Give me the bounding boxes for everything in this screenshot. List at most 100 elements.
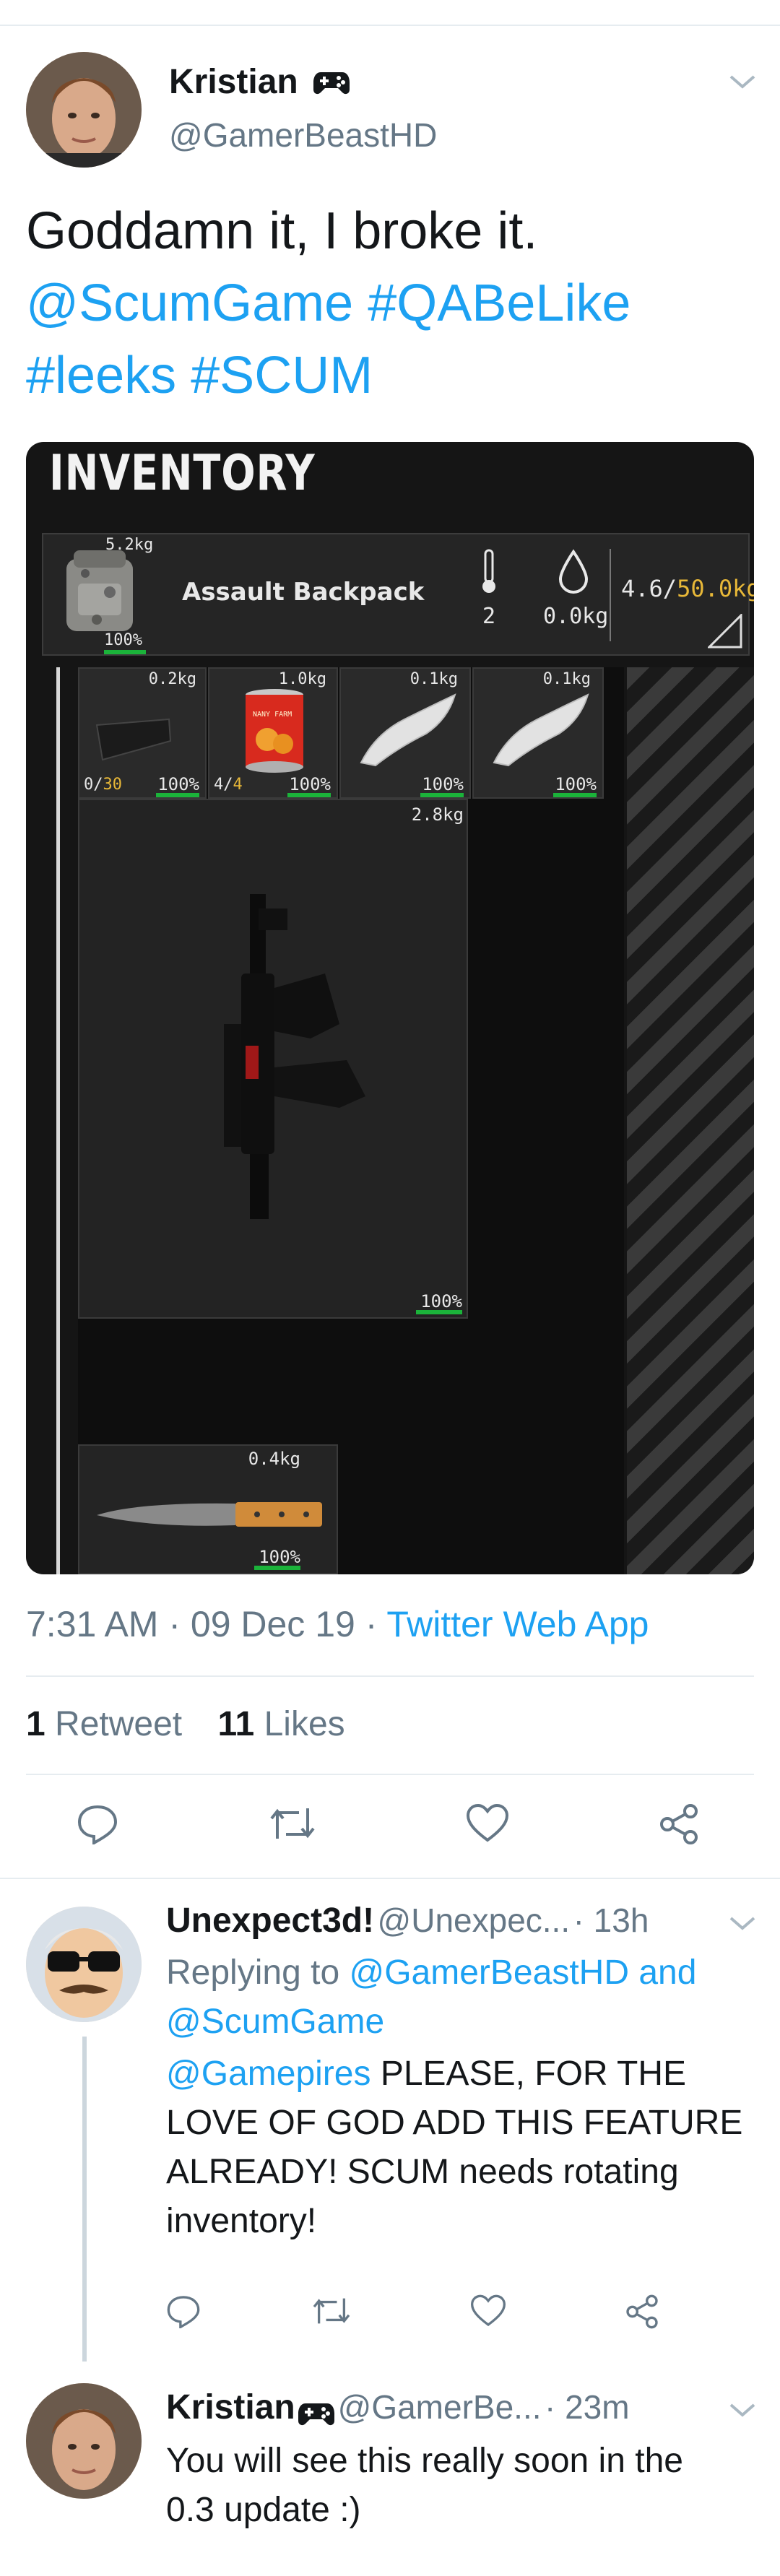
inventory-slot-smg[interactable]: 2.8kg 100% <box>78 799 468 1319</box>
replying-to: Replying to @GamerBeastHD and @ScumGame <box>166 1948 766 2047</box>
heart-icon[interactable] <box>469 2294 507 2332</box>
inventory-slot-can[interactable]: 1.0kg NANY FARM 4/4 100% <box>208 667 338 799</box>
retweets-stat[interactable]: 1 Retweet <box>26 1705 182 1743</box>
author-handle[interactable]: @GamerBeastHD <box>169 116 437 155</box>
reply-author-handle[interactable]: @GamerBe... <box>338 2388 542 2426</box>
share-icon[interactable] <box>657 1803 701 1849</box>
slot-condition: 100% <box>259 1547 300 1567</box>
backpack-condition-bar <box>104 650 146 654</box>
heart-icon[interactable] <box>465 1803 510 1848</box>
slot-weight: 0.4kg <box>248 1449 300 1469</box>
uses-current: 4 <box>214 776 224 794</box>
reply-text-line: LOVE OF GOD ADD THIS FEATURE <box>166 2104 743 2142</box>
hashtag-link[interactable]: #SCUM <box>191 347 373 404</box>
reply-author-handle[interactable]: @Unexpec... <box>378 1901 571 1939</box>
reply-icon[interactable] <box>166 2294 201 2332</box>
reply-header: Kristian @GamerBe... · 23m <box>166 2388 630 2430</box>
can-label: NANY FARM <box>253 711 292 719</box>
magazine-icon <box>94 712 173 768</box>
rag-icon <box>354 690 462 773</box>
retweet-icon[interactable] <box>311 2294 352 2332</box>
slot-condition-bar <box>420 793 464 797</box>
slot-ammo: 0/30 <box>84 776 122 794</box>
thermometer-icon <box>480 549 498 599</box>
reply-time: · 23m <box>544 2388 630 2426</box>
capacity-text: 4.6/50.0kg <box>621 575 754 602</box>
reply-time: · 13h <box>573 1901 649 1939</box>
divider <box>0 1878 780 1879</box>
slot-weight: 0.1kg <box>542 670 591 688</box>
reply-text-line: 0.3 update :) <box>166 2491 361 2529</box>
gamepad-icon <box>313 64 350 104</box>
inventory-slot-rag[interactable]: 0.1kg 100% <box>339 667 471 799</box>
reply-text: You will see this really soon in the 0.3… <box>166 2437 766 2535</box>
smg-weapon-icon <box>202 880 376 1230</box>
hashtag-link[interactable]: #leeks <box>26 347 176 404</box>
slot-weight: 0.1kg <box>410 670 458 688</box>
slot-condition-bar <box>156 793 199 797</box>
share-icon[interactable] <box>624 2294 660 2333</box>
slot-uses: 4/4 <box>214 776 243 794</box>
divider <box>26 1675 754 1677</box>
chevron-down-icon[interactable] <box>728 2402 757 2423</box>
slot-condition-bar <box>254 1566 300 1570</box>
reply-text-line: inventory! <box>166 2202 317 2240</box>
reply-text: @Gamepires PLEASE, FOR THE LOVE OF GOD A… <box>166 2050 766 2246</box>
author-avatar[interactable] <box>26 52 142 168</box>
retweets-label: Retweet <box>55 1705 183 1743</box>
tweet-line-1: Goddamn it, I broke it. <box>26 202 538 260</box>
capacity-used: 4.6 <box>621 575 663 602</box>
inventory-title: INVENTORY <box>49 445 316 502</box>
slot-weight: 1.0kg <box>278 670 326 688</box>
container-border <box>56 667 60 1574</box>
tweet-media-image[interactable]: INVENTORY 5.2kg 100% Assault Backpack 2 … <box>26 442 754 1574</box>
replying-target-link[interactable]: @GamerBeastHD and <box>349 1953 696 1992</box>
inventory-slot-rag[interactable]: 0.1kg 100% <box>472 667 604 799</box>
slot-condition: 100% <box>289 774 331 794</box>
author-name-row[interactable]: Kristian <box>169 62 350 104</box>
inventory-slot-knife[interactable]: 0.4kg 100% <box>78 1444 338 1574</box>
tweet-timestamp[interactable]: 7:31 AM · 09 Dec 19 · <box>26 1604 386 1644</box>
likes-stat[interactable]: 11 Likes <box>217 1705 344 1743</box>
tweet-text: Goddamn it, I broke it. @ScumGame #QABeL… <box>26 195 755 412</box>
inventory-slot-magazine[interactable]: 0.2kg 0/30 100% <box>78 667 207 799</box>
reply-author-name[interactable]: Unexpect3d! <box>166 1901 374 1940</box>
hashtag-link[interactable]: #QABeLike <box>368 274 630 332</box>
uses-max: 4 <box>233 776 243 794</box>
reply-header: Unexpect3d! @Unexpec... · 13h <box>166 1901 649 1940</box>
reply-avatar[interactable] <box>26 2383 142 2499</box>
slot-condition-bar <box>553 793 597 797</box>
tweet-meta: 7:31 AM · 09 Dec 19 · Twitter Web App <box>26 1603 649 1645</box>
ammo-max: 30 <box>103 776 123 794</box>
reply-text-line: ALREADY! SCUM needs rotating <box>166 2153 679 2191</box>
retweet-icon[interactable] <box>267 1803 318 1848</box>
locked-slot-area <box>627 667 754 1574</box>
mention-link[interactable]: @Gamepires <box>166 2055 370 2093</box>
capacity-max: 50.0kg <box>677 575 754 602</box>
backpack-condition: 100% <box>104 631 142 649</box>
reply-avatar[interactable] <box>26 1907 142 2022</box>
backpack-icon <box>56 545 143 638</box>
tweet-stats: 1 Retweet 11 Likes <box>26 1704 345 1744</box>
water-drop-icon <box>556 549 591 599</box>
reply-author-name[interactable]: Kristian <box>166 2388 295 2427</box>
backpack-water: 0.0kg <box>543 604 609 629</box>
backpack-row: 5.2kg 100% Assault Backpack 2 0.0kg 4.6/… <box>42 533 754 656</box>
mention-link[interactable]: @ScumGame <box>26 274 353 332</box>
backpack-weight: 5.2kg <box>105 536 154 554</box>
divider <box>26 1774 754 1775</box>
likes-label: Likes <box>264 1705 345 1743</box>
slot-weight: 2.8kg <box>411 805 464 825</box>
rag-icon <box>487 690 595 773</box>
chevron-down-icon[interactable] <box>728 69 757 97</box>
slot-condition-bar <box>287 793 331 797</box>
chevron-down-icon[interactable] <box>728 1915 757 1936</box>
tweet-action-bar <box>0 1798 780 1856</box>
knife-icon <box>94 1489 332 1543</box>
reply-icon[interactable] <box>77 1803 118 1848</box>
backpack-temperature: 2 <box>482 604 496 629</box>
gamepad-icon <box>298 2401 335 2430</box>
replying-target-link[interactable]: @ScumGame <box>166 2003 384 2041</box>
cartoon-face-icon <box>26 1907 142 2022</box>
tweet-source-link[interactable]: Twitter Web App <box>386 1604 649 1644</box>
